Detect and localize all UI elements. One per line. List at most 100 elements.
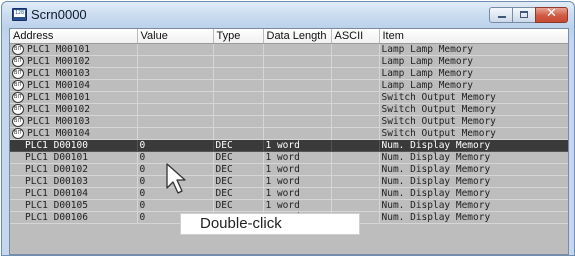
- address-cell[interactable]: BIT PLC1 M00104: [10, 79, 138, 92]
- ascii-cell[interactable]: [331, 79, 380, 92]
- table-row[interactable]: BIT PLC1 M00101 Switch Output Memory: [10, 91, 568, 104]
- ascii-cell[interactable]: [331, 103, 380, 116]
- table-row[interactable]: PLC1 D00102 0 DEC 1 word Num. Display Memory: [10, 163, 568, 176]
- type-cell[interactable]: DEC: [213, 187, 264, 200]
- table-row[interactable]: BIT PLC1 M00101 Lamp Lamp Memory: [10, 43, 568, 56]
- type-cell[interactable]: [213, 103, 264, 116]
- column-header-type[interactable]: Type: [213, 29, 264, 44]
- table-row[interactable]: PLC1 D00104 0 DEC 1 word Num. Display Memory: [10, 187, 568, 200]
- item-cell[interactable]: Switch Output Memory: [379, 91, 568, 104]
- address-cell[interactable]: BIT PLC1 M00101: [10, 43, 138, 56]
- maximize-button[interactable]: [512, 7, 536, 23]
- ascii-cell[interactable]: [331, 115, 380, 128]
- address-cell[interactable]: BIT PLC1 M00101: [10, 91, 138, 104]
- address-cell[interactable]: BIT PLC1 M00104: [10, 127, 138, 140]
- ascii-cell[interactable]: [331, 151, 380, 164]
- table-row[interactable]: BIT PLC1 M00104 Switch Output Memory: [10, 127, 568, 140]
- value-cell[interactable]: [137, 127, 214, 140]
- type-cell[interactable]: [213, 55, 264, 68]
- item-cell[interactable]: Num. Display Memory: [379, 151, 568, 164]
- ascii-cell[interactable]: [331, 43, 380, 56]
- table-row[interactable]: BIT PLC1 M00104 Lamp Lamp Memory: [10, 79, 568, 92]
- value-cell[interactable]: [137, 55, 214, 68]
- type-cell[interactable]: DEC: [213, 199, 264, 212]
- data-length-cell[interactable]: [263, 55, 332, 68]
- ascii-cell[interactable]: [331, 91, 380, 104]
- data-length-cell[interactable]: [263, 67, 332, 80]
- item-cell[interactable]: Switch Output Memory: [379, 103, 568, 116]
- data-length-cell[interactable]: 1 word: [263, 175, 332, 188]
- type-cell[interactable]: [213, 79, 264, 92]
- address-cell[interactable]: PLC1 D00103: [10, 175, 138, 188]
- address-cell[interactable]: PLC1 D00106: [10, 211, 138, 224]
- data-length-cell[interactable]: 1 word: [263, 199, 332, 212]
- data-length-cell[interactable]: [263, 79, 332, 92]
- value-cell[interactable]: 0: [137, 139, 214, 152]
- ascii-cell[interactable]: [331, 67, 380, 80]
- type-cell[interactable]: [213, 115, 264, 128]
- data-length-cell[interactable]: [263, 115, 332, 128]
- address-cell[interactable]: PLC1 D00100: [10, 139, 138, 152]
- type-cell[interactable]: [213, 127, 264, 140]
- table-row[interactable]: PLC1 D00100 0 DEC 1 word Num. Display Memory: [10, 139, 568, 152]
- ascii-cell[interactable]: [331, 187, 380, 200]
- column-header-value[interactable]: Value: [137, 29, 214, 44]
- value-cell[interactable]: [137, 91, 214, 104]
- value-cell[interactable]: 0: [137, 199, 214, 212]
- data-length-cell[interactable]: [263, 103, 332, 116]
- item-cell[interactable]: Num. Display Memory: [379, 187, 568, 200]
- type-cell[interactable]: DEC: [213, 151, 264, 164]
- type-cell[interactable]: [213, 43, 264, 56]
- type-cell[interactable]: [213, 91, 264, 104]
- value-cell[interactable]: [137, 115, 214, 128]
- item-cell[interactable]: Lamp Lamp Memory: [379, 43, 568, 56]
- address-cell[interactable]: BIT PLC1 M00103: [10, 115, 138, 128]
- item-cell[interactable]: Num. Display Memory: [379, 211, 568, 224]
- type-cell[interactable]: DEC: [213, 139, 264, 152]
- address-cell[interactable]: PLC1 D00105: [10, 199, 138, 212]
- type-cell[interactable]: DEC: [213, 163, 264, 176]
- column-header-ascii[interactable]: ASCII: [331, 29, 380, 44]
- ascii-cell[interactable]: [331, 55, 380, 68]
- table-row[interactable]: BIT PLC1 M00102 Switch Output Memory: [10, 103, 568, 116]
- value-cell[interactable]: [137, 67, 214, 80]
- data-length-cell[interactable]: 1 word: [263, 151, 332, 164]
- address-cell[interactable]: BIT PLC1 M00103: [10, 67, 138, 80]
- close-button[interactable]: ✕: [535, 6, 568, 23]
- data-length-cell[interactable]: 1 word: [263, 163, 332, 176]
- column-header-data-length[interactable]: Data Length: [263, 29, 332, 44]
- data-length-cell[interactable]: 1 word: [263, 139, 332, 152]
- item-cell[interactable]: Num. Display Memory: [379, 199, 568, 212]
- column-header-address[interactable]: Address: [10, 29, 138, 44]
- data-length-cell[interactable]: [263, 91, 332, 104]
- item-cell[interactable]: Lamp Lamp Memory: [379, 79, 568, 92]
- table-row[interactable]: BIT PLC1 M00103 Lamp Lamp Memory: [10, 67, 568, 80]
- item-cell[interactable]: Num. Display Memory: [379, 139, 568, 152]
- table-row[interactable]: PLC1 D00101 0 DEC 1 word Num. Display Memory: [10, 151, 568, 164]
- item-cell[interactable]: Switch Output Memory: [379, 115, 568, 128]
- column-header-item[interactable]: Item: [379, 29, 568, 44]
- address-cell[interactable]: PLC1 D00101: [10, 151, 138, 164]
- ascii-cell[interactable]: [331, 199, 380, 212]
- data-length-cell[interactable]: [263, 127, 332, 140]
- ascii-cell[interactable]: [331, 163, 380, 176]
- data-length-cell[interactable]: [263, 43, 332, 56]
- table-row[interactable]: BIT PLC1 M00103 Switch Output Memory: [10, 115, 568, 128]
- item-cell[interactable]: Num. Display Memory: [379, 163, 568, 176]
- address-cell[interactable]: BIT PLC1 M00102: [10, 55, 138, 68]
- value-cell[interactable]: [137, 43, 214, 56]
- table-row[interactable]: PLC1 D00105 0 DEC 1 word Num. Display Memory: [10, 199, 568, 212]
- item-cell[interactable]: Switch Output Memory: [379, 127, 568, 140]
- item-cell[interactable]: Num. Display Memory: [379, 175, 568, 188]
- table-row[interactable]: BIT PLC1 M00102 Lamp Lamp Memory: [10, 55, 568, 68]
- title-bar[interactable]: 128 Scrn0000 ✕: [2, 2, 574, 28]
- value-cell[interactable]: [137, 103, 214, 116]
- minimize-button[interactable]: [489, 7, 513, 23]
- address-cell[interactable]: PLC1 D00102: [10, 163, 138, 176]
- value-cell[interactable]: [137, 79, 214, 92]
- address-cell[interactable]: BIT PLC1 M00102: [10, 103, 138, 116]
- ascii-cell[interactable]: [331, 139, 380, 152]
- table-row[interactable]: PLC1 D00103 0 DEC 1 word Num. Display Memory: [10, 175, 568, 188]
- address-cell[interactable]: PLC1 D00104: [10, 187, 138, 200]
- ascii-cell[interactable]: [331, 127, 380, 140]
